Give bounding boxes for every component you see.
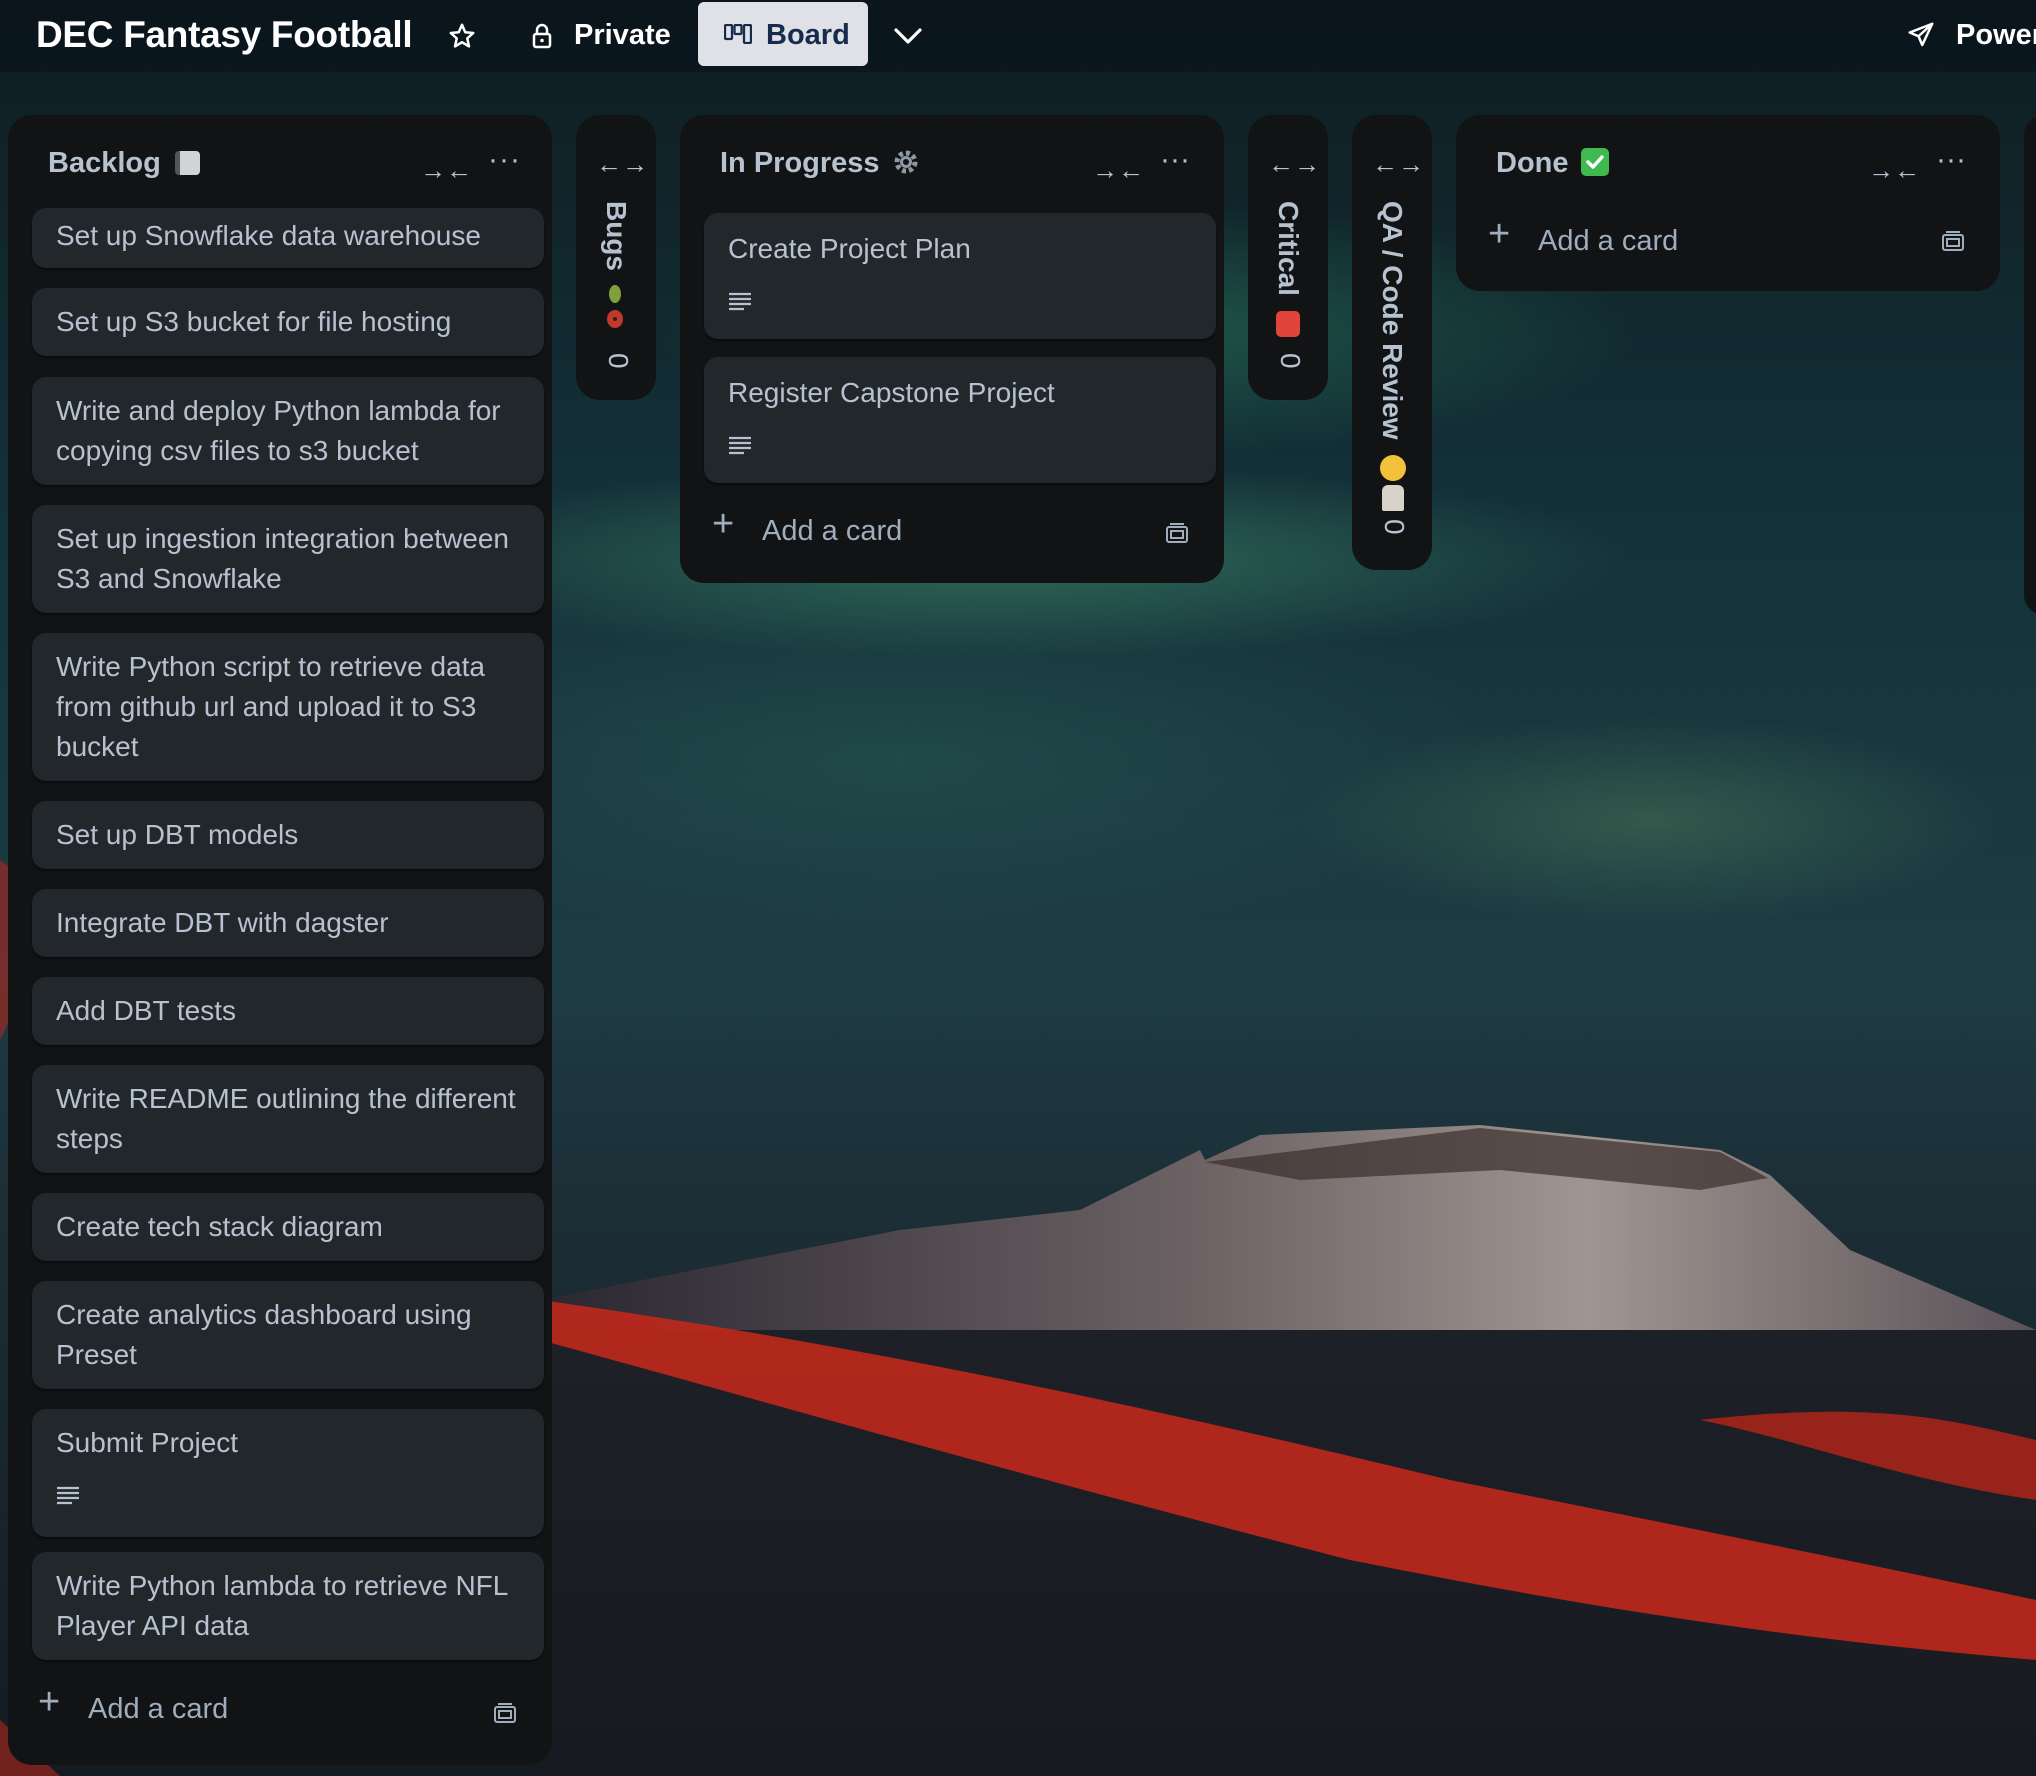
more-icon[interactable]: ···: [1160, 143, 1190, 177]
add-card-label: Add a card: [88, 1693, 229, 1725]
plus-icon: +: [38, 1681, 61, 1723]
add-card-button[interactable]: + Add a card: [712, 503, 1132, 559]
list-card[interactable]: Add DBT tests: [32, 977, 544, 1045]
list-card[interactable]: Create tech stack diagram: [32, 1193, 544, 1261]
description-icon: [57, 1486, 79, 1505]
card-count: 0: [1379, 519, 1410, 535]
list-card[interactable]: Create analytics dashboard using Preset: [32, 1281, 544, 1389]
list-bugs-collapsed[interactable]: ←→ Bugs 0: [576, 115, 656, 400]
list-title[interactable]: Done: [1496, 147, 1609, 180]
list-backlog: Backlog →← ··· Set up Snowflake data war…: [8, 115, 552, 1765]
list-title: Critical: [1273, 201, 1304, 296]
plus-icon: +: [1488, 213, 1511, 255]
card-title: Create analytics dashboard using Preset: [56, 1299, 472, 1370]
board-icon: [723, 23, 753, 49]
card-count: 0: [1275, 353, 1306, 369]
more-icon[interactable]: ···: [488, 143, 521, 177]
list-card[interactable]: Set up DBT models: [32, 801, 544, 869]
board-header: DEC Fantasy Football Private Board Power: [0, 0, 2036, 72]
plus-icon: +: [712, 503, 735, 545]
list-card[interactable]: Integrate DBT with dagster: [32, 889, 544, 957]
list-in-progress: In Progress →← ··· Create Project Plan R…: [680, 115, 1224, 583]
notebook-icon: [174, 151, 200, 175]
list-card[interactable]: Write Python lambda to retrieve NFL Play…: [32, 1552, 544, 1660]
list-card[interactable]: Submit Project: [32, 1409, 544, 1537]
card-title: Integrate DBT with dagster: [56, 907, 389, 938]
description-icon: [729, 292, 751, 311]
add-card-button[interactable]: + Add a card: [38, 1681, 458, 1737]
add-card-label: Add a card: [762, 515, 903, 547]
list-title: QA / Code Review: [1377, 201, 1408, 440]
template-icon[interactable]: [1940, 231, 1966, 253]
expand-icon[interactable]: ←→: [1268, 149, 1320, 180]
card-title: Set up Snowflake data warehouse: [56, 220, 481, 251]
list-done: Done →← ··· + Add a card: [1456, 115, 2000, 291]
card-title: Set up ingestion integration between S3 …: [56, 523, 509, 594]
card-title: Add DBT tests: [56, 995, 237, 1026]
more-icon[interactable]: ···: [1936, 143, 1966, 177]
siren-icon: [1276, 311, 1300, 337]
collapse-icon[interactable]: →←: [420, 155, 472, 186]
list-title: Bugs: [601, 201, 632, 271]
board-view-button[interactable]: Board: [698, 2, 868, 66]
add-card-button[interactable]: + Add a card: [1488, 213, 1908, 269]
card-title: Register Capstone Project: [728, 377, 1055, 408]
rocket-icon: [1904, 18, 1938, 52]
card-title: Write README outlining the different ste…: [56, 1083, 516, 1154]
chevron-down-icon[interactable]: [890, 20, 926, 52]
card-title: Set up S3 bucket for file hosting: [56, 306, 452, 337]
board-title[interactable]: DEC Fantasy Football: [36, 14, 413, 56]
list-card[interactable]: Set up Snowflake data warehouse: [32, 208, 544, 268]
expand-icon[interactable]: ←→: [1372, 149, 1424, 180]
visibility-button[interactable]: Private: [574, 19, 671, 52]
template-icon[interactable]: [492, 1703, 518, 1725]
technologist-icon: [1382, 485, 1404, 511]
list-title[interactable]: Backlog: [48, 147, 200, 180]
list-card[interactable]: Register Capstone Project: [704, 357, 1216, 483]
description-icon: [729, 436, 751, 455]
list-card[interactable]: Write and deploy Python lambda for copyi…: [32, 377, 544, 485]
expand-icon[interactable]: ←→: [596, 149, 648, 180]
card-title: Write and deploy Python lambda for copyi…: [56, 395, 501, 466]
bug-icon: [602, 283, 628, 331]
list-critical-collapsed[interactable]: ←→ Critical 0: [1248, 115, 1328, 400]
board-view-label: Board: [766, 19, 850, 51]
list-qa-collapsed[interactable]: ←→ QA / Code Review 0: [1352, 115, 1432, 570]
collapse-icon[interactable]: →←: [1868, 155, 1920, 186]
list-card[interactable]: Set up S3 bucket for file hosting: [32, 288, 544, 356]
card-title: Write Python lambda to retrieve NFL Play…: [56, 1570, 508, 1641]
card-title: Set up DBT models: [56, 819, 299, 850]
card-title: Write Python script to retrieve data fro…: [56, 651, 485, 762]
list-title[interactable]: In Progress: [720, 147, 920, 180]
star-icon[interactable]: [446, 16, 478, 56]
power-ups-button[interactable]: Power: [1956, 19, 2036, 52]
card-count: 0: [603, 353, 634, 369]
gear-icon: [892, 148, 920, 176]
card-title: Create Project Plan: [728, 233, 971, 264]
card-title: Submit Project: [56, 1427, 239, 1458]
list-card[interactable]: Write Python script to retrieve data fro…: [32, 633, 544, 781]
collapse-icon[interactable]: →←: [1092, 155, 1144, 186]
list-card[interactable]: Set up ingestion integration between S3 …: [32, 505, 544, 613]
card-title: Create tech stack diagram: [56, 1211, 383, 1242]
check-mark-icon: [1580, 148, 1609, 176]
template-icon[interactable]: [1164, 523, 1190, 545]
list-next-partial: [2024, 115, 2036, 615]
lock-icon: [530, 18, 554, 54]
list-card[interactable]: Create Project Plan: [704, 213, 1216, 339]
list-card[interactable]: Write README outlining the different ste…: [32, 1065, 544, 1173]
add-card-label: Add a card: [1538, 225, 1679, 257]
nerd-face-icon: [1380, 455, 1406, 481]
